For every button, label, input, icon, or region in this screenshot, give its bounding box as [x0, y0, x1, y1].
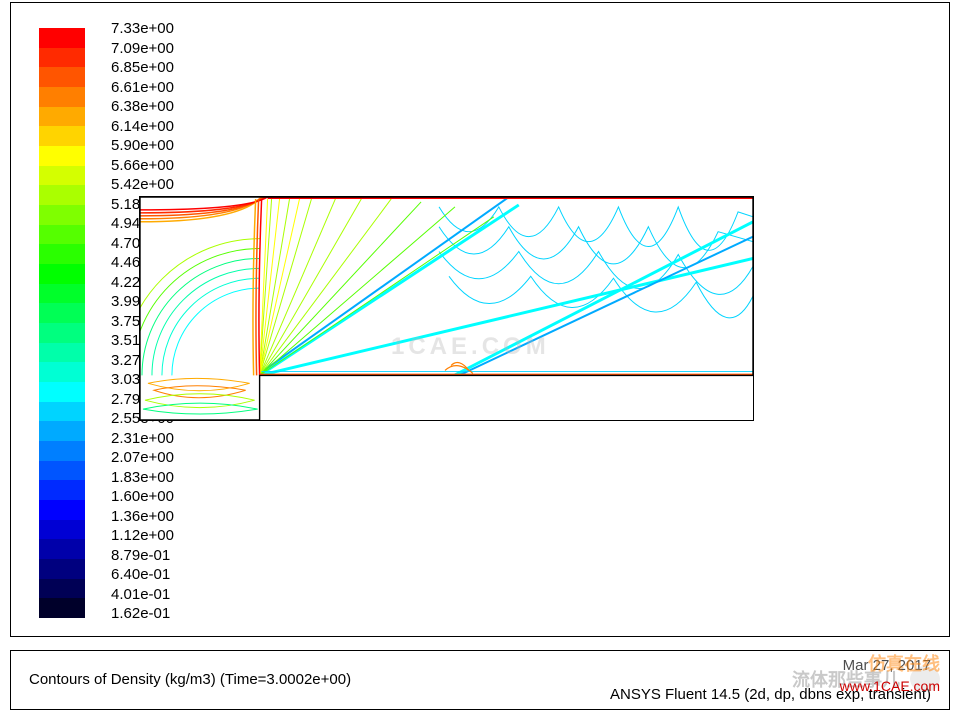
colorbar-segment: [39, 441, 85, 461]
legend-value: 6.40e-01: [111, 567, 174, 582]
legend-value: 1.83e+00: [111, 470, 174, 485]
colorbar-segment: [39, 382, 85, 402]
caption-software: ANSYS Fluent 14.5 (2d, dp, dbns exp, tra…: [610, 686, 931, 703]
colorbar-segment: [39, 343, 85, 363]
colorbar-segment: [39, 48, 85, 68]
colorbar-segment: [39, 67, 85, 87]
caption-box: Contours of Density (kg/m3) (Time=3.0002…: [10, 650, 950, 710]
legend-value: 1.60e+00: [111, 489, 174, 504]
colorbar-segment: [39, 579, 85, 599]
legend-value: 7.09e+00: [111, 41, 174, 56]
colorbar-segment: [39, 28, 85, 48]
colorbar-segment: [39, 539, 85, 559]
colorbar-segment: [39, 87, 85, 107]
legend-value: 7.33e+00: [111, 21, 174, 36]
legend-value: 6.61e+00: [111, 80, 174, 95]
colorbar-segment: [39, 185, 85, 205]
legend-value: 6.38e+00: [111, 99, 174, 114]
legend-value: 2.31e+00: [111, 431, 174, 446]
colorbar-segment: [39, 323, 85, 343]
colorbar-segment: [39, 107, 85, 127]
contour-plot: [139, 196, 754, 421]
legend-value: 6.85e+00: [111, 60, 174, 75]
colorbar-segment: [39, 264, 85, 284]
colorbar-segment: [39, 362, 85, 382]
legend-value: 1.62e-01: [111, 606, 174, 621]
colorbar-segment: [39, 500, 85, 520]
legend-value: 5.42e+00: [111, 177, 174, 192]
caption-title: Contours of Density (kg/m3) (Time=3.0002…: [29, 671, 351, 688]
colorbar-segment: [39, 284, 85, 304]
legend-value: 8.79e-01: [111, 548, 174, 563]
colorbar-segment: [39, 480, 85, 500]
legend-value: 4.01e-01: [111, 587, 174, 602]
colorbar-segment: [39, 402, 85, 422]
colorbar-segment: [39, 205, 85, 225]
colorbar-segment: [39, 244, 85, 264]
colorbar-segment: [39, 520, 85, 540]
colorbar: [39, 28, 85, 618]
colorbar-segment: [39, 225, 85, 245]
colorbar-segment: [39, 559, 85, 579]
colorbar-segment: [39, 421, 85, 441]
colorbar-segment: [39, 461, 85, 481]
legend-value: 5.90e+00: [111, 138, 174, 153]
colorbar-segment: [39, 146, 85, 166]
colorbar-segment: [39, 126, 85, 146]
colorbar-segment: [39, 598, 85, 618]
legend-value: 6.14e+00: [111, 119, 174, 134]
legend-value: 1.12e+00: [111, 528, 174, 543]
plot-area: 7.33e+00 7.09e+00 6.85e+00 6.61e+00 6.38e+00…: [10, 2, 950, 637]
colorbar-segment: [39, 303, 85, 323]
legend-value: 5.66e+00: [111, 158, 174, 173]
caption-date: Mar 27, 2017: [843, 657, 931, 674]
legend-value: 1.36e+00: [111, 509, 174, 524]
legend-value: 2.07e+00: [111, 450, 174, 465]
contour-svg: [140, 197, 753, 420]
colorbar-segment: [39, 166, 85, 186]
